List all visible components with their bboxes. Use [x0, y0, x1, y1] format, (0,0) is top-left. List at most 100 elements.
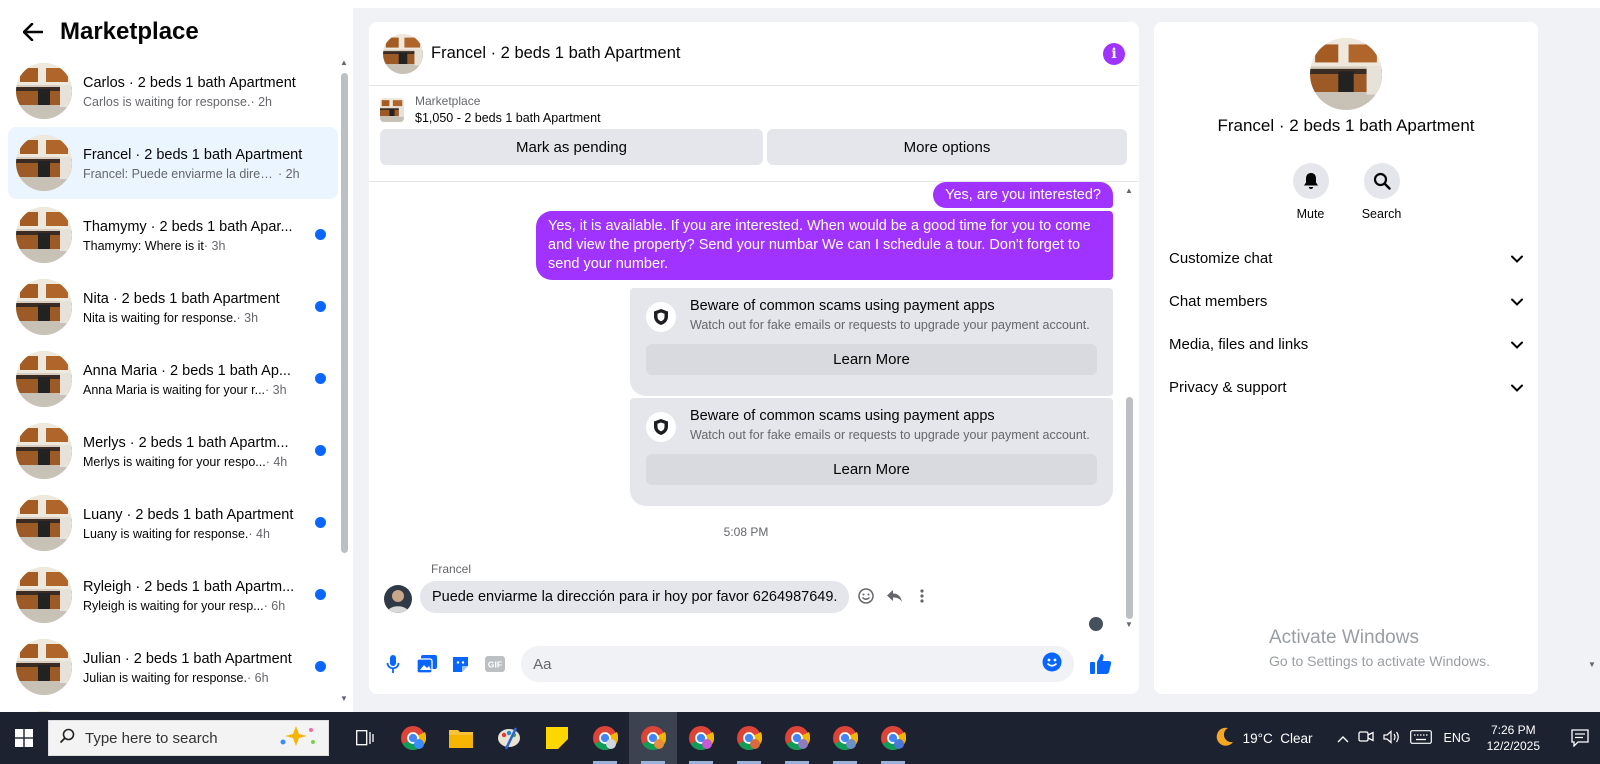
taskbar-search-box[interactable]: Type here to search — [48, 720, 329, 756]
file-explorer-icon[interactable] — [437, 712, 485, 764]
incoming-message[interactable]: Puede enviarme la dirección para ir hoy … — [420, 581, 850, 613]
details-section[interactable]: Media, files and links — [1169, 323, 1529, 366]
conversation-item[interactable]: Merlys · 2 beds 1 bath Apartm... Merlys i… — [8, 415, 338, 487]
conversation-preview: Julian is waiting for response. — [83, 671, 247, 685]
keyboard-icon[interactable] — [1409, 729, 1432, 747]
conversation-item[interactable]: Ryleigh · 2 beds 1 bath Apartm... Ryleigh… — [8, 559, 338, 631]
page-scroll-down-arrow-icon[interactable]: ▼ — [1588, 660, 1596, 669]
mark-as-pending-button[interactable]: Mark as pending — [380, 129, 763, 165]
listing-price-title[interactable]: $1,050 - 2 beds 1 bath Apartment — [415, 111, 601, 125]
chrome-icon[interactable] — [389, 712, 437, 764]
photo-icon[interactable] — [417, 653, 438, 675]
scrollbar-thumb[interactable] — [341, 73, 348, 553]
sidebar-scrollbar[interactable]: ▲ ▼ — [338, 58, 350, 708]
conversation-item[interactable]: Thamymy · 2 beds 1 bath Apar... Thamymy: … — [8, 199, 338, 271]
warning-title: Beware of common scams using payment app… — [690, 408, 995, 424]
chrome-icon[interactable] — [773, 712, 821, 764]
unread-dot-icon — [315, 445, 326, 456]
chrome-icon[interactable] — [677, 712, 725, 764]
listing-thumbnail[interactable] — [380, 97, 404, 122]
conversation-item[interactable]: Francel · 2 beds 1 bath Apartment Francel… — [8, 127, 338, 199]
more-icon[interactable] — [913, 587, 931, 605]
chat-details-panel: Francel · 2 beds 1 bath Apartment Mute S… — [1154, 22, 1538, 694]
outgoing-message[interactable]: Yes, it is available. If you are interes… — [536, 211, 1113, 280]
chrome-icon[interactable] — [869, 712, 917, 764]
conversation-time: · 3h — [265, 383, 287, 397]
conversation-item[interactable]: Anna Maria · 2 beds 1 bath Ap... Anna Mar… — [8, 343, 338, 415]
conversation-item[interactable]: Julian · 2 beds 1 bath Apartment Julian i… — [8, 631, 338, 703]
task-view-icon[interactable] — [341, 712, 389, 764]
conversation-item[interactable]: Nita · 2 beds 1 bath Apartment Nita is wa… — [8, 271, 338, 343]
clock-date: 12/2/2025 — [1486, 739, 1540, 753]
warning-subtitle: Watch out for fake emails or requests to… — [690, 428, 1090, 442]
back-arrow-icon[interactable] — [20, 19, 46, 45]
details-section[interactable]: Privacy & support — [1169, 366, 1529, 409]
unread-dot-icon — [315, 661, 326, 672]
windows-start-icon[interactable] — [0, 712, 48, 764]
conversation-preview: Anna Maria is waiting for your r... — [83, 383, 266, 397]
language-indicator[interactable]: ENG — [1444, 731, 1471, 745]
scroll-up-arrow-icon[interactable]: ▲ — [340, 58, 348, 67]
watermark-title: Activate Windows — [1269, 627, 1419, 648]
thumbs-up-icon[interactable] — [1090, 653, 1112, 675]
details-sections: Customize chat Chat members Media, files a… — [1169, 237, 1529, 409]
details-section-label: Media, files and links — [1169, 336, 1309, 353]
message-input[interactable] — [533, 655, 1043, 673]
conversation-thumbnail — [16, 63, 72, 119]
conversation-thumbnail — [16, 351, 72, 407]
chrome-icon[interactable] — [581, 712, 629, 764]
more-options-button[interactable]: More options — [767, 129, 1127, 165]
scroll-down-arrow-icon[interactable]: ▼ — [1125, 620, 1133, 629]
mute-button[interactable]: Mute — [1292, 163, 1330, 221]
learn-more-button[interactable]: Learn More — [646, 454, 1097, 485]
reply-icon[interactable] — [885, 587, 903, 605]
chat-avatar[interactable] — [383, 33, 423, 74]
outgoing-message[interactable]: Yes, are you interested? — [933, 182, 1113, 208]
chrome-icon[interactable] — [629, 712, 677, 764]
paint-icon[interactable] — [485, 712, 533, 764]
chevron-down-icon — [1511, 379, 1523, 396]
chrome-icon[interactable] — [821, 712, 869, 764]
conversation-name: Luany · 2 beds 1 bath Apartment — [83, 507, 294, 523]
meet-now-icon[interactable] — [1357, 730, 1374, 747]
svg-text:GIF: GIF — [488, 660, 502, 670]
conversation-item[interactable]: Luany · 2 beds 1 bath Apartment Luany is … — [8, 487, 338, 559]
react-emoji-icon[interactable] — [857, 587, 875, 605]
scroll-down-arrow-icon[interactable]: ▼ — [340, 694, 348, 703]
learn-more-button[interactable]: Learn More — [646, 344, 1097, 375]
sticky-notes-icon[interactable] — [533, 712, 581, 764]
sender-avatar[interactable] — [384, 585, 412, 613]
conversation-preview: Ryleigh is waiting for your resp... — [83, 599, 264, 613]
conversation-preview: Thamymy: Where is it — [83, 239, 204, 253]
details-section[interactable]: Chat members — [1169, 280, 1529, 323]
chat-scrollbar[interactable]: ▲ ▼ — [1123, 182, 1135, 632]
sparkle-icon — [278, 724, 318, 752]
gif-icon[interactable]: GIF — [484, 653, 505, 675]
weather-widget[interactable]: 19°C Clear — [1213, 726, 1313, 751]
volume-icon[interactable] — [1382, 729, 1401, 747]
notification-icon[interactable] — [1560, 729, 1600, 747]
search-button[interactable]: Search — [1362, 163, 1401, 221]
conversation-time: · 2h — [250, 95, 272, 109]
chevron-down-icon — [1511, 336, 1523, 353]
conversation-time: · 3h — [203, 239, 226, 253]
search-icon[interactable] — [1363, 163, 1400, 199]
microphone-icon[interactable] — [383, 653, 404, 675]
bell-icon[interactable] — [1292, 163, 1329, 199]
sticker-icon[interactable] — [451, 653, 472, 675]
scroll-up-arrow-icon[interactable]: ▲ — [1125, 186, 1133, 195]
chrome-icon[interactable] — [725, 712, 773, 764]
chat-title[interactable]: Francel · 2 beds 1 bath Apartment — [431, 44, 680, 63]
details-section[interactable]: Customize chat — [1169, 237, 1529, 280]
conversation-item[interactable]: Carlos · 2 beds 1 bath Apartment Carlos i… — [8, 55, 338, 127]
scrollbar-thumb[interactable] — [1126, 397, 1133, 619]
conversation-preview: Merlys is waiting for your respo... — [83, 455, 266, 469]
conversation-thumbnail — [16, 567, 72, 623]
details-avatar[interactable] — [1310, 38, 1382, 110]
info-icon[interactable]: i — [1103, 42, 1125, 65]
emoji-icon[interactable] — [1042, 652, 1062, 677]
message-input-box[interactable] — [521, 646, 1075, 682]
taskbar-clock[interactable]: 7:26 PM 12/2/2025 — [1487, 722, 1540, 754]
chevron-up-icon[interactable] — [1337, 730, 1349, 746]
conversation-sidebar: Marketplace Carlos · 2 beds 1 bath Apart… — [0, 0, 353, 720]
